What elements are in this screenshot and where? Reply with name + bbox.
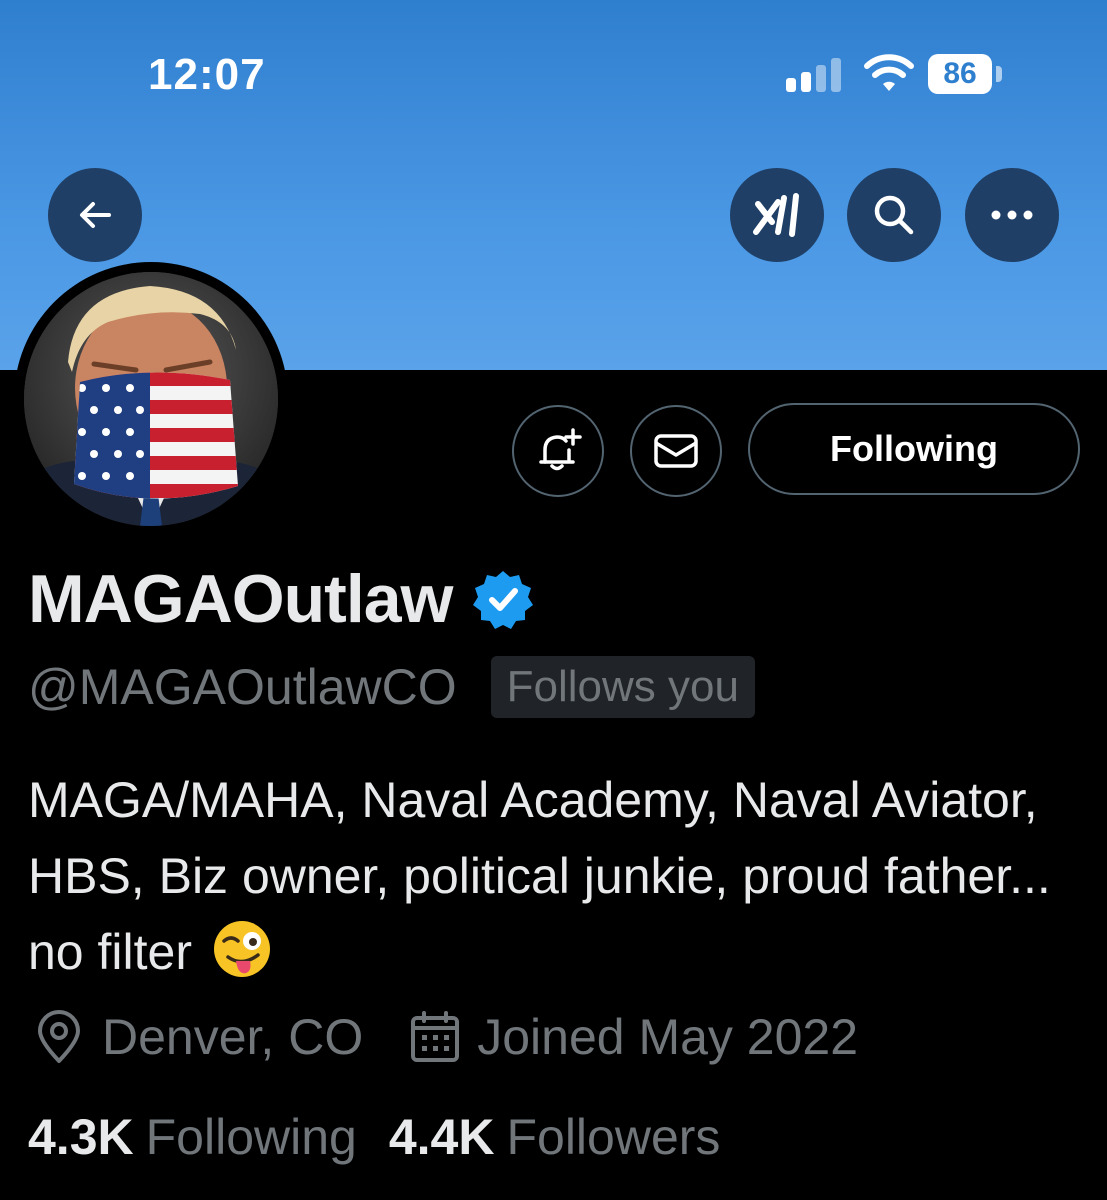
message-button[interactable]	[630, 405, 722, 497]
back-arrow-icon	[80, 202, 111, 228]
wifi-icon	[864, 52, 914, 94]
calendar-icon	[411, 1011, 460, 1062]
cellular-signal-icon	[786, 56, 842, 92]
notifications-button[interactable]	[512, 405, 604, 497]
user-handle: @MAGAOutlawCO	[28, 659, 457, 715]
winking-tongue-emoji-icon	[213, 921, 270, 977]
more-icon	[991, 210, 1033, 220]
following-label: Following	[145, 1109, 357, 1165]
verified-badge-icon[interactable]	[472, 568, 534, 630]
location-text: Denver, CO	[102, 1009, 364, 1065]
followers-stat[interactable]: 4.4K Followers	[389, 1108, 721, 1166]
name-row: MAGAOutlaw	[28, 560, 534, 638]
search-button[interactable]	[847, 168, 941, 262]
more-button[interactable]	[965, 168, 1059, 262]
follow-stats: 4.3K Following 4.4K Followers	[28, 1108, 720, 1166]
following-button[interactable]: Following	[748, 403, 1080, 495]
following-count: 4.3K	[28, 1109, 134, 1165]
grok-icon	[753, 193, 799, 237]
location-pin-icon	[38, 1010, 80, 1063]
search-icon	[874, 195, 914, 235]
status-time: 12:07	[148, 50, 266, 99]
mail-icon	[654, 434, 698, 468]
battery-indicator: 86	[928, 54, 992, 94]
bio-text: MAGA/MAHA, Naval Academy, Naval Aviator,…	[28, 772, 1051, 980]
grok-button[interactable]	[730, 168, 824, 262]
back-button[interactable]	[48, 168, 142, 262]
followers-count: 4.4K	[388, 1109, 495, 1165]
display-name: MAGAOutlaw	[28, 561, 453, 637]
battery-cap	[996, 66, 1002, 82]
following-stat[interactable]: 4.3K Following	[28, 1108, 357, 1166]
profile-bio: MAGA/MAHA, Naval Academy, Naval Aviator,…	[28, 762, 1088, 990]
joined-date: Joined May 2022	[477, 1009, 859, 1065]
followers-label: Followers	[506, 1109, 721, 1165]
follows-you-badge: Follows you	[490, 656, 755, 718]
bell-plus-icon	[539, 428, 582, 471]
profile-avatar[interactable]	[14, 262, 288, 536]
profile-meta: Denver, CO Joined May 2022	[32, 1008, 858, 1066]
avatar-image	[24, 272, 278, 526]
handle-row: @MAGAOutlawCO Follows you	[28, 656, 755, 718]
